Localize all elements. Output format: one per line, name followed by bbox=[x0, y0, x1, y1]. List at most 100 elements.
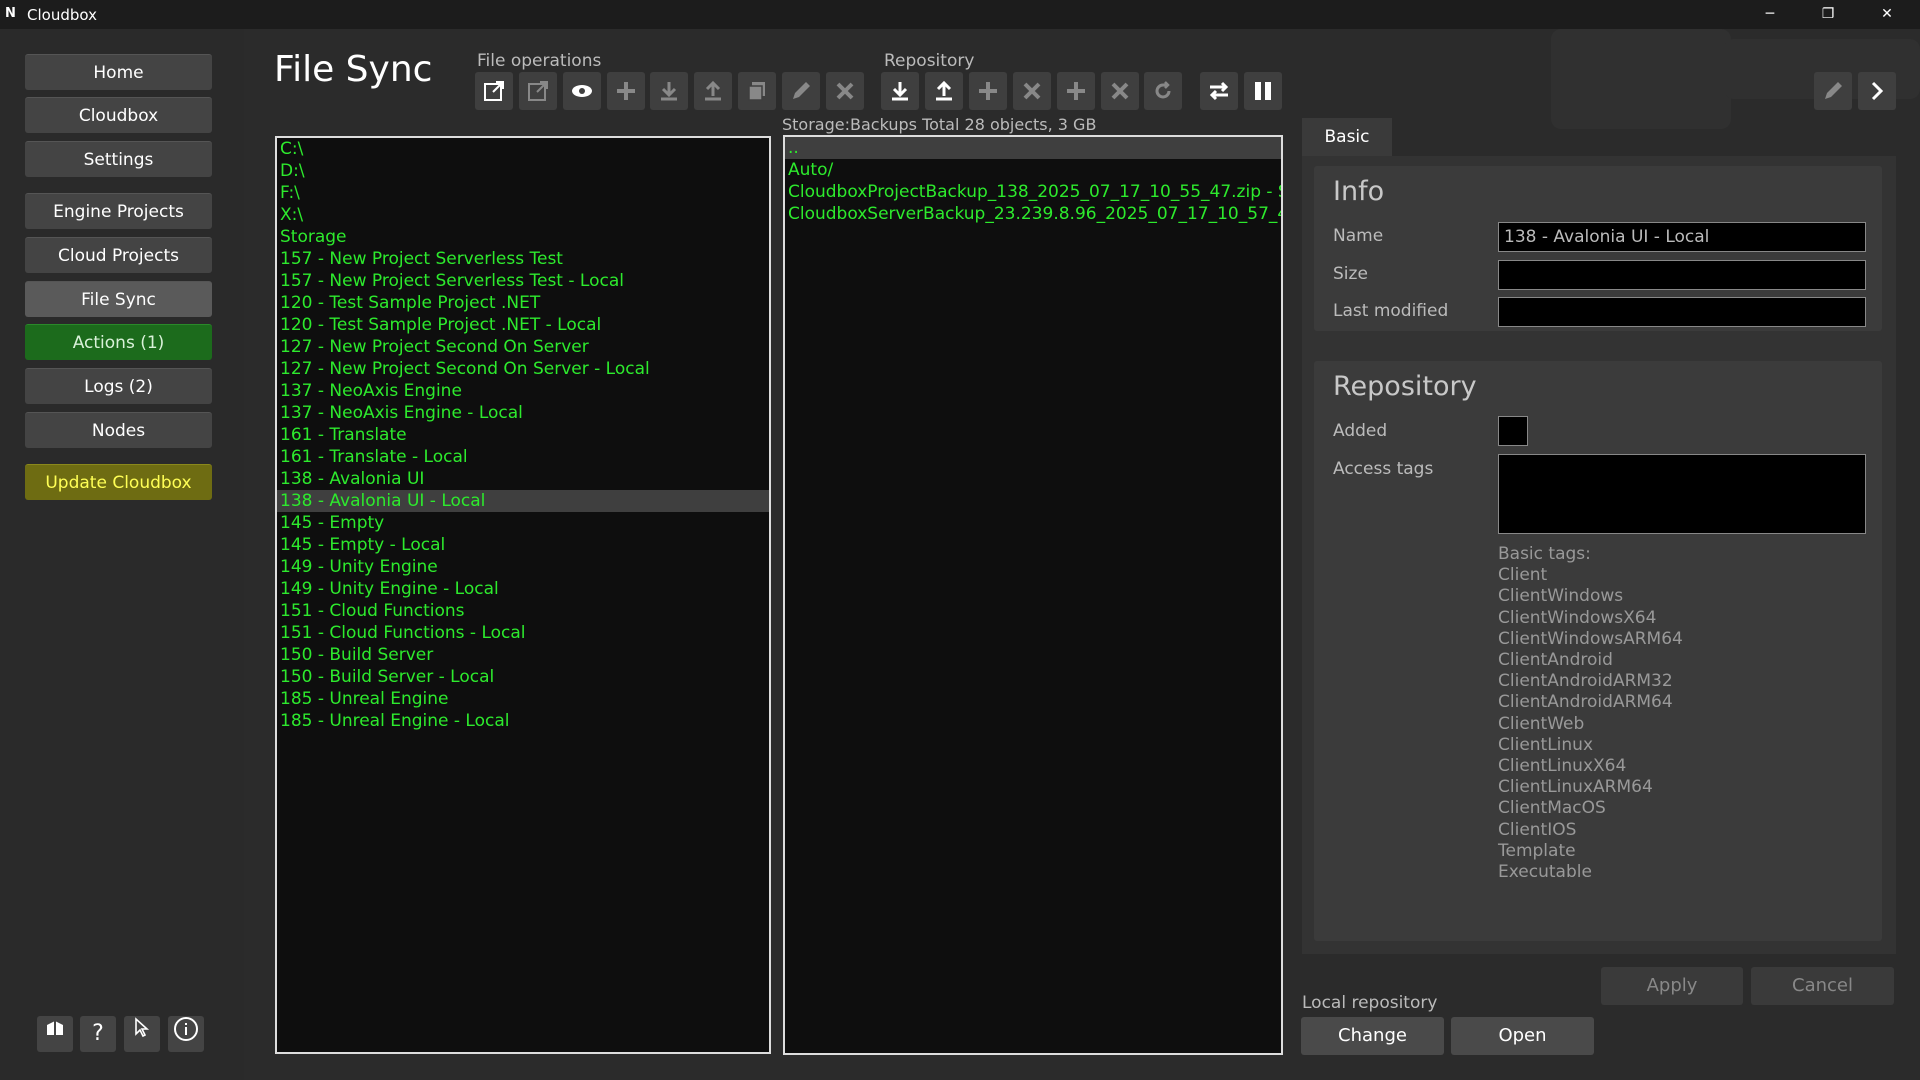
size-field[interactable] bbox=[1498, 260, 1866, 290]
list-item[interactable]: CloudboxProjectBackup_138_2025_07_17_10_… bbox=[785, 181, 1281, 203]
list-item[interactable]: 157 - New Project Serverless Test bbox=[277, 248, 769, 270]
open-external-button[interactable] bbox=[475, 72, 513, 110]
plus-icon bbox=[979, 82, 997, 100]
package-icon[interactable] bbox=[37, 1016, 73, 1052]
repo-upload-button[interactable] bbox=[925, 72, 963, 110]
added-label: Added bbox=[1333, 421, 1388, 441]
nav-logs-button[interactable]: Logs (2) bbox=[25, 368, 212, 404]
repo-add-tag-button[interactable] bbox=[1057, 72, 1095, 110]
download-button[interactable] bbox=[650, 72, 688, 110]
list-item[interactable]: .. bbox=[785, 137, 1281, 159]
open-button[interactable]: Open bbox=[1451, 1017, 1594, 1055]
list-item[interactable]: F:\ bbox=[277, 182, 769, 204]
list-item[interactable]: C:\ bbox=[277, 138, 769, 160]
list-item[interactable]: 138 - Avalonia UI bbox=[277, 468, 769, 490]
last-modified-field[interactable] bbox=[1498, 297, 1866, 327]
plus-icon bbox=[617, 82, 635, 100]
add-button[interactable] bbox=[607, 72, 645, 110]
list-item[interactable]: 138 - Avalonia UI - Local bbox=[277, 490, 769, 512]
close-button[interactable]: ✕ bbox=[1864, 0, 1910, 29]
restore-button[interactable]: ❐ bbox=[1805, 0, 1851, 29]
nav-file-sync-button[interactable]: File Sync bbox=[25, 281, 212, 317]
basic-tag-item: ClientAndroid bbox=[1498, 650, 1613, 671]
list-item[interactable]: Auto/ bbox=[785, 159, 1281, 181]
next-button[interactable] bbox=[1858, 72, 1896, 110]
info-icon[interactable] bbox=[168, 1016, 204, 1052]
cancel-button[interactable]: Cancel bbox=[1751, 967, 1894, 1005]
access-tags-field[interactable] bbox=[1498, 454, 1866, 534]
list-item[interactable]: 127 - New Project Second On Server bbox=[277, 336, 769, 358]
basic-tag-item: Executable bbox=[1498, 862, 1592, 883]
nav-actions-button[interactable]: Actions (1) bbox=[25, 324, 212, 360]
basic-tag-item: ClientWeb bbox=[1498, 713, 1585, 734]
list-item[interactable]: 150 - Build Server - Local bbox=[277, 666, 769, 688]
name-field[interactable]: 138 - Avalonia UI - Local bbox=[1498, 222, 1866, 252]
list-item[interactable]: 145 - Empty bbox=[277, 512, 769, 534]
upload-button[interactable] bbox=[694, 72, 732, 110]
repo-remove-tag-button[interactable] bbox=[1101, 72, 1139, 110]
pencil-icon bbox=[1825, 82, 1842, 99]
list-item[interactable]: 161 - Translate - Local bbox=[277, 446, 769, 468]
local-file-list[interactable]: C:\ D:\ F:\ X:\ Storage 157 - New Project Ser… bbox=[275, 136, 771, 1054]
repo-add-button[interactable] bbox=[969, 72, 1007, 110]
tab-basic[interactable]: Basic bbox=[1302, 118, 1392, 156]
list-item[interactable]: 149 - Unity Engine - Local bbox=[277, 578, 769, 600]
list-item[interactable]: 185 - Unreal Engine - Local bbox=[277, 710, 769, 732]
list-item[interactable]: 161 - Translate bbox=[277, 424, 769, 446]
update-cloudbox-button[interactable]: Update Cloudbox bbox=[25, 464, 212, 500]
basic-tag-item: ClientAndroidARM64 bbox=[1498, 692, 1673, 713]
nav-cloud-projects-button[interactable]: Cloud Projects bbox=[25, 237, 212, 273]
apply-button[interactable]: Apply bbox=[1601, 967, 1743, 1005]
help-icon[interactable]: ? bbox=[80, 1016, 116, 1052]
open-external-alt-button[interactable] bbox=[519, 72, 557, 110]
copy-icon bbox=[748, 82, 765, 101]
rename-button[interactable] bbox=[782, 72, 820, 110]
basic-tags-label: Basic tags: bbox=[1498, 544, 1591, 564]
delete-button[interactable] bbox=[826, 72, 864, 110]
refresh-icon bbox=[1155, 81, 1171, 99]
sync-arrows-icon bbox=[1209, 81, 1229, 101]
edit-button[interactable] bbox=[1814, 72, 1852, 110]
list-item[interactable]: Storage bbox=[277, 226, 769, 248]
list-item[interactable]: 145 - Empty - Local bbox=[277, 534, 769, 556]
list-item[interactable]: 120 - Test Sample Project .NET bbox=[277, 292, 769, 314]
sidebar: Home Cloudbox Settings Engine Projects C… bbox=[0, 29, 244, 1080]
added-checkbox[interactable] bbox=[1498, 416, 1528, 446]
repo-download-button[interactable] bbox=[881, 72, 919, 110]
list-item[interactable]: 151 - Cloud Functions - Local bbox=[277, 622, 769, 644]
repo-refresh-button[interactable] bbox=[1144, 72, 1182, 110]
x-icon bbox=[1023, 82, 1041, 100]
cursor-edit-icon[interactable] bbox=[124, 1016, 160, 1052]
window-title: Cloudbox bbox=[27, 6, 97, 24]
nav-nodes-button[interactable]: Nodes bbox=[25, 412, 212, 448]
list-item[interactable]: X:\ bbox=[277, 204, 769, 226]
open-external-icon bbox=[528, 81, 548, 101]
list-item[interactable]: CloudboxServerBackup_23.239.8.96_2025_07… bbox=[785, 203, 1281, 225]
minimize-button[interactable]: ─ bbox=[1747, 0, 1793, 29]
repository-file-list[interactable]: .. Auto/CloudboxProjectBackup_138_2025_07… bbox=[783, 135, 1283, 1055]
basic-tag-item: ClientAndroidARM32 bbox=[1498, 671, 1673, 692]
list-item[interactable]: 151 - Cloud Functions bbox=[277, 600, 769, 622]
basic-tag-item: ClientLinuxARM64 bbox=[1498, 777, 1653, 798]
change-button[interactable]: Change bbox=[1301, 1017, 1444, 1055]
list-item[interactable]: 157 - New Project Serverless Test - Loca… bbox=[277, 270, 769, 292]
nav-cloudbox-button[interactable]: Cloudbox bbox=[25, 97, 212, 133]
pause-button[interactable] bbox=[1244, 72, 1282, 110]
nav-settings-button[interactable]: Settings bbox=[25, 141, 212, 177]
list-item[interactable]: 127 - New Project Second On Server - Loc… bbox=[277, 358, 769, 380]
info-section: Info Name 138 - Avalonia UI - Local Size… bbox=[1314, 166, 1882, 331]
copy-button[interactable] bbox=[738, 72, 776, 110]
preview-button[interactable] bbox=[563, 72, 601, 110]
list-item[interactable]: 120 - Test Sample Project .NET - Local bbox=[277, 314, 769, 336]
nav-engine-projects-button[interactable]: Engine Projects bbox=[25, 193, 212, 229]
list-item[interactable]: 185 - Unreal Engine bbox=[277, 688, 769, 710]
list-item[interactable]: 150 - Build Server bbox=[277, 644, 769, 666]
list-item[interactable]: 149 - Unity Engine bbox=[277, 556, 769, 578]
list-item[interactable]: 137 - NeoAxis Engine - Local bbox=[277, 402, 769, 424]
list-item[interactable]: 137 - NeoAxis Engine bbox=[277, 380, 769, 402]
sync-button[interactable] bbox=[1200, 72, 1238, 110]
list-item[interactable]: D:\ bbox=[277, 160, 769, 182]
nav-home-button[interactable]: Home bbox=[25, 54, 212, 90]
repo-remove-button[interactable] bbox=[1013, 72, 1051, 110]
download-icon bbox=[892, 82, 908, 101]
